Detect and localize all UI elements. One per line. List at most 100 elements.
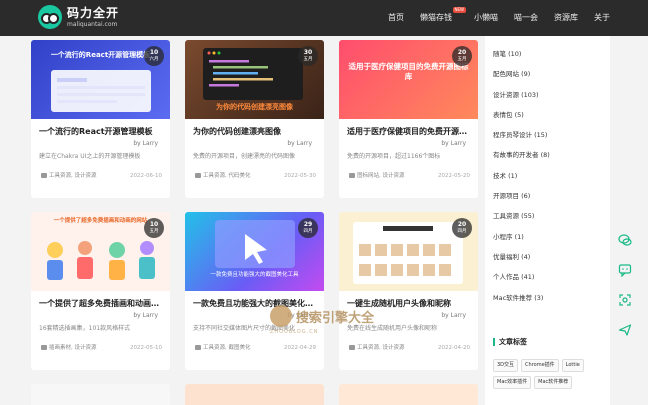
post-tags[interactable]: 图标网站, 设计资源 xyxy=(357,173,405,179)
thumbnail-caption: 一款免费且功能强大的截图美化工具 xyxy=(210,272,299,278)
post-card[interactable]: 20 四月 一键生成随机用户头像和昵称 by Larry 免费在线生成随机用户头像… xyxy=(339,212,478,370)
post-author: by Larry xyxy=(133,312,158,319)
illustration-characters xyxy=(47,241,155,280)
post-title[interactable]: 为你的代码创建漂亮图像 xyxy=(185,119,324,137)
post-author: by Larry xyxy=(441,140,466,147)
send-button[interactable] xyxy=(615,320,635,340)
message-icon xyxy=(618,264,632,277)
post-card[interactable] xyxy=(339,384,478,405)
category-list: 随笔 (10) 配色网站 (9) 设计资源 (103) 表情包 (5) 程序员琴… xyxy=(485,36,610,314)
tag-icon xyxy=(41,345,47,350)
sidebar: 随笔 (10) 配色网站 (9) 设计资源 (103) 表情包 (5) 程序员琴… xyxy=(485,36,610,405)
post-author: by Larry xyxy=(133,140,158,147)
logo-subtitle: maliquantai.com xyxy=(67,20,118,28)
category-item[interactable]: 设计资源 (103) xyxy=(493,91,610,111)
post-title[interactable]: 一个流行的React开源管理模板 xyxy=(31,119,170,137)
post-thumbnail[interactable]: 一款免费且功能强大的截图美化工具 29 四月 xyxy=(185,212,324,291)
date-badge: 10 六月 xyxy=(144,46,164,66)
post-card[interactable]: 一款免费且功能强大的截图美化工具 29 四月 一款免费且功能强大的截图美化工具 b… xyxy=(185,212,324,370)
category-item[interactable]: 个人作品 (41) xyxy=(493,273,610,293)
post-card[interactable]: 适用于医疗保健项目的免费开源图标库 20 五月 适用于医疗保健项目的免费开源图标库… xyxy=(339,40,478,198)
post-thumbnail[interactable]: 为你的代码创建漂亮图像 30 五月 xyxy=(185,40,324,119)
nav-home[interactable]: 首页 xyxy=(388,12,404,23)
post-date: 2022-04-29 xyxy=(284,345,316,351)
post-meta: 工具资源, 设计资源 2022-04-20 xyxy=(339,333,478,352)
tag-icon xyxy=(195,345,201,350)
category-item[interactable]: 表情包 (5) xyxy=(493,111,610,131)
post-meta: 图标网站, 设计资源 2022-05-20 xyxy=(339,161,478,180)
post-meta: 工具资源, 设计资源 2022-06-10 xyxy=(31,161,170,180)
nav-miaoyihui[interactable]: 喵一会 xyxy=(514,12,538,23)
watermark-logo xyxy=(270,305,292,327)
post-thumbnail[interactable]: 20 四月 xyxy=(339,212,478,291)
code-window-illustration xyxy=(203,48,303,100)
date-badge: 20 四月 xyxy=(452,218,472,238)
tag-icon xyxy=(349,173,355,178)
tag-chip[interactable]: Mac软件推荐 xyxy=(534,376,573,389)
post-tags[interactable]: 工具资源, 设计资源 xyxy=(49,173,97,179)
top-navbar: 码力全开 maliquantai.com 首页 懒猫存钱 NEW 小懒喵 喵一会 … xyxy=(0,0,648,36)
post-tags[interactable]: 工具资源, 设计资源 xyxy=(357,345,405,351)
date-badge: 29 四月 xyxy=(298,218,318,238)
scan-button[interactable] xyxy=(615,290,635,310)
tag-chip[interactable]: Mac效率插件 xyxy=(493,376,532,389)
category-item[interactable]: 随笔 (10) xyxy=(493,50,610,70)
post-meta: 插画素材, 设计资源 2022-05-10 xyxy=(31,333,170,352)
post-card[interactable]: 为你的代码创建漂亮图像 30 五月 为你的代码创建漂亮图像 by Larry 免费… xyxy=(185,40,324,198)
dashboard-illustration xyxy=(51,70,151,112)
post-tags[interactable]: 插画素材, 设计资源 xyxy=(49,345,97,351)
tags-heading: 文章标签 xyxy=(493,337,527,347)
post-excerpt: 免费的开源项目，创建漂亮的代码图像 xyxy=(193,153,296,160)
wechat-button[interactable] xyxy=(615,230,635,250)
post-title[interactable]: 一个提供了超多免费插画和动画素材的网站 xyxy=(31,291,170,309)
tag-chip[interactable]: 3D交互 xyxy=(493,359,519,372)
post-excerpt: 建立在Chakra UI之上的开源管理模板 xyxy=(39,153,141,160)
category-item[interactable]: 技术 (1) xyxy=(493,172,610,192)
category-item[interactable]: 优量福利 (4) xyxy=(493,253,610,273)
scan-icon xyxy=(619,294,631,306)
post-card[interactable] xyxy=(185,384,324,405)
tag-cloud: 3D交互 Chrome插件 Lottie Mac效率插件 Mac软件推荐 xyxy=(493,359,608,389)
message-button[interactable] xyxy=(615,260,635,280)
nav-resources[interactable]: 资源库 xyxy=(554,12,578,23)
post-tags[interactable]: 工具资源, 截图美化 xyxy=(203,345,251,351)
post-thumbnail[interactable]: 一个提供了超多免费插画和动画的网站 10 五月 xyxy=(31,212,170,291)
nav-about[interactable]: 关于 xyxy=(594,12,610,23)
nav-xiaolanmiao[interactable]: 小懒喵 xyxy=(474,12,498,23)
date-badge: 20 五月 xyxy=(452,46,472,66)
category-item[interactable]: 小程序 (1) xyxy=(493,233,610,253)
post-thumbnail[interactable] xyxy=(185,384,324,405)
watermark-subtext: ZHOUBLOG.CN xyxy=(270,329,319,335)
logo-title: 码力全开 xyxy=(67,5,120,20)
post-card[interactable]: 一个提供了超多免费插画和动画的网站 10五月 一个提供了超多免费插画和动画素材的… xyxy=(31,212,170,370)
new-badge: NEW xyxy=(452,7,466,13)
category-item[interactable]: 工具资源 (55) xyxy=(493,212,610,232)
watermark: 搜索引擎大全 ZHOUBLOG.CN xyxy=(270,305,374,335)
post-thumbnail[interactable] xyxy=(339,384,478,405)
category-item[interactable]: 有故事的开发者 (8) xyxy=(493,151,610,171)
post-thumbnail[interactable]: 一个流行的React开源管理模板 10 六月 xyxy=(31,40,170,119)
tag-icon xyxy=(41,173,47,178)
post-meta: 工具资源, 截图美化 2022-04-29 xyxy=(185,333,324,352)
post-thumbnail[interactable]: 适用于医疗保健项目的免费开源图标库 20 五月 xyxy=(339,40,478,119)
wechat-icon xyxy=(618,234,632,246)
category-item[interactable]: Mac软件推荐 (3) xyxy=(493,294,610,314)
screenshot-tool-illustration xyxy=(215,220,295,268)
thumbnail-caption: 为你的代码创建漂亮图像 xyxy=(216,103,293,111)
floating-toolbar xyxy=(612,230,638,350)
post-card[interactable] xyxy=(31,384,170,405)
tag-chip[interactable]: Lottie xyxy=(561,359,584,372)
category-item[interactable]: 开源项目 (6) xyxy=(493,192,610,212)
category-item[interactable]: 配色网站 (9) xyxy=(493,70,610,90)
post-thumbnail[interactable] xyxy=(31,384,170,405)
post-tags[interactable]: 工具资源, 代码美化 xyxy=(203,173,251,179)
nav-lazycat-save[interactable]: 懒猫存钱 NEW xyxy=(420,7,466,23)
post-date: 2022-04-20 xyxy=(438,345,470,351)
tag-chip[interactable]: Chrome插件 xyxy=(521,359,559,372)
category-item[interactable]: 程序员琴设计 (15) xyxy=(493,131,610,151)
date-badge: 10 五月 xyxy=(144,218,164,238)
post-title[interactable]: 适用于医疗保健项目的免费开源图标库 xyxy=(339,119,478,137)
post-card[interactable]: 一个流行的React开源管理模板 10 六月 一个流行的React开源管理模板 b… xyxy=(31,40,170,198)
main-nav: 首页 懒猫存钱 NEW 小懒喵 喵一会 资源库 关于 xyxy=(372,7,610,23)
site-logo[interactable]: 码力全开 maliquantai.com xyxy=(38,5,119,29)
